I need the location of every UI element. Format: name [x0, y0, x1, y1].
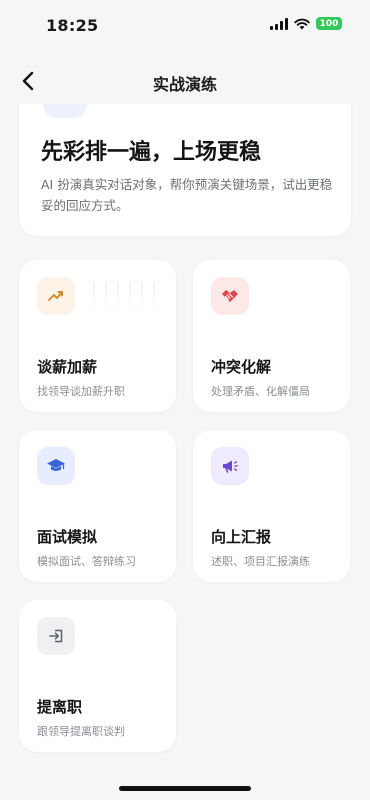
card-description: 模拟面试、答辩练习 [37, 555, 136, 568]
intro-icon-badge [43, 104, 87, 118]
scroll-content[interactable]: 先彩排一遍，上场更稳 AI 扮演真实对话对象，帮你预演关键场景，试出更稳妥的回应… [0, 104, 370, 800]
card-description: 处理矛盾、化解僵局 [211, 385, 310, 398]
intro-title: 先彩排一遍，上场更稳 [41, 140, 262, 165]
status-time: 18:25 [46, 16, 99, 35]
megaphone-icon [211, 447, 249, 485]
status-bar: 18:25 100 [0, 0, 370, 52]
intro-card: 先彩排一遍，上场更稳 AI 扮演真实对话对象，帮你预演关键场景，试出更稳妥的回应… [19, 104, 351, 236]
battery-icon: 100 [316, 17, 342, 30]
home-indicator[interactable] [119, 786, 251, 791]
card-title: 谈薪加薪 [37, 358, 98, 376]
scenario-card-resign[interactable]: 提离职 跟领导提离职谈判 [19, 600, 176, 752]
card-title: 提离职 [37, 698, 83, 716]
scenario-card-salary[interactable]: 谈薪加薪 找领导谈加薪升职 [19, 260, 176, 412]
card-description: 述职、项目汇报演练 [211, 555, 310, 568]
card-title: 向上汇报 [211, 528, 272, 546]
card-title: 冲突化解 [211, 358, 272, 376]
card-description: 跟领导提离职谈判 [37, 725, 125, 738]
handshake-icon [211, 277, 249, 315]
page-title: 实战演练 [152, 75, 217, 94]
card-title: 面试模拟 [37, 528, 98, 546]
card-decoration [89, 282, 159, 316]
graduation-cap-icon [37, 447, 75, 485]
intro-description: AI 扮演真实对话对象，帮你预演关键场景，试出更稳妥的回应方式。 [41, 177, 333, 213]
practice-screen: 18:25 100 实战演练 先彩排一遍，上场更稳 AI 扮演真实对话对象，帮你… [0, 0, 370, 800]
scenario-card-interview[interactable]: 面试模拟 模拟面试、答辩练习 [19, 430, 176, 582]
scenario-card-report[interactable]: 向上汇报 述职、项目汇报演练 [193, 430, 350, 582]
nav-bar: 实战演练 [0, 58, 370, 104]
card-description: 找领导谈加薪升职 [37, 385, 125, 398]
trending-up-icon [37, 277, 75, 315]
scenario-card-conflict[interactable]: 冲突化解 处理矛盾、化解僵局 [193, 260, 350, 412]
cellular-signal-icon [270, 17, 288, 30]
exit-icon [37, 617, 75, 655]
wifi-icon [294, 18, 310, 29]
status-icons: 100 [270, 17, 342, 30]
